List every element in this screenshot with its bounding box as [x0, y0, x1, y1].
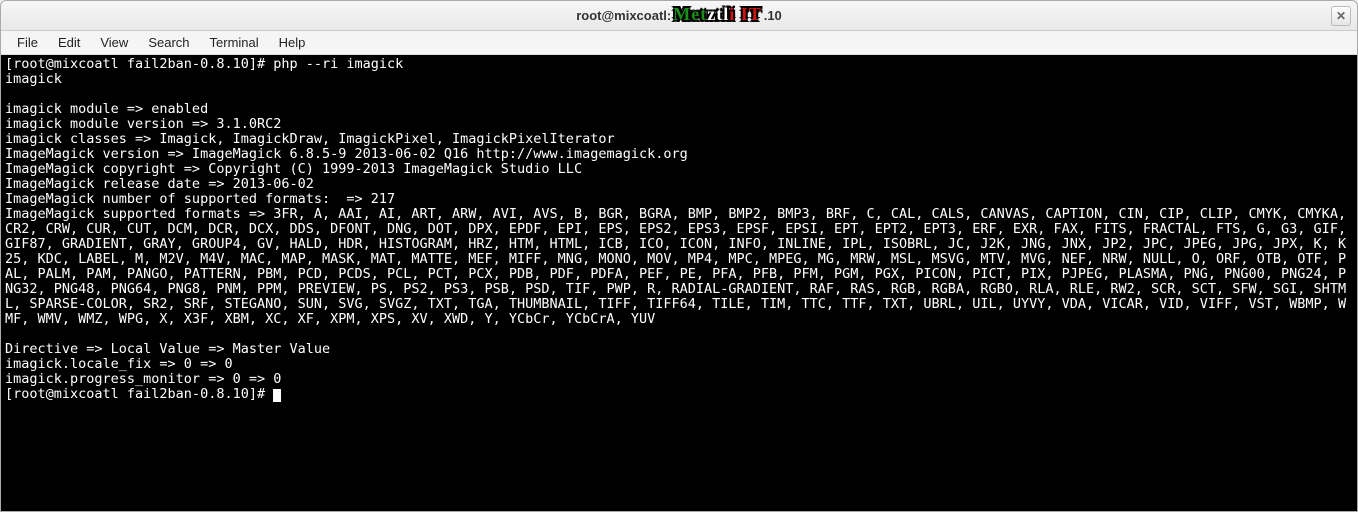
menu-view[interactable]: View [90, 33, 138, 52]
menu-terminal[interactable]: Terminal [200, 33, 269, 52]
cursor-block [273, 389, 281, 402]
prompt-2: [root@mixcoatl fail2ban-0.8.10]# [5, 386, 273, 402]
close-icon: ✕ [1336, 9, 1346, 23]
menu-help[interactable]: Help [269, 33, 316, 52]
menubar: File Edit View Search Terminal Help [1, 31, 1357, 55]
terminal-window: root@mixcoatl: Metztli IT .10 ✕ File Edi… [0, 0, 1358, 512]
titlebar[interactable]: root@mixcoatl: Metztli IT .10 ✕ [1, 1, 1357, 31]
title-text-left: root@mixcoatl: [576, 8, 671, 23]
output-body: imagick imagick module => enabled imagic… [5, 71, 1354, 387]
prompt-1: [root@mixcoatl fail2ban-0.8.10]# [5, 56, 273, 72]
terminal-output[interactable]: [root@mixcoatl fail2ban-0.8.10]# php --r… [1, 55, 1357, 511]
close-button[interactable]: ✕ [1331, 6, 1351, 26]
brand-logo: Metztli IT [671, 4, 763, 25]
command-text: php --ri imagick [273, 56, 403, 72]
title-text-right: .10 [764, 8, 782, 23]
window-title: root@mixcoatl: Metztli IT .10 [576, 5, 782, 26]
menu-file[interactable]: File [7, 33, 48, 52]
menu-edit[interactable]: Edit [48, 33, 90, 52]
menu-search[interactable]: Search [138, 33, 199, 52]
